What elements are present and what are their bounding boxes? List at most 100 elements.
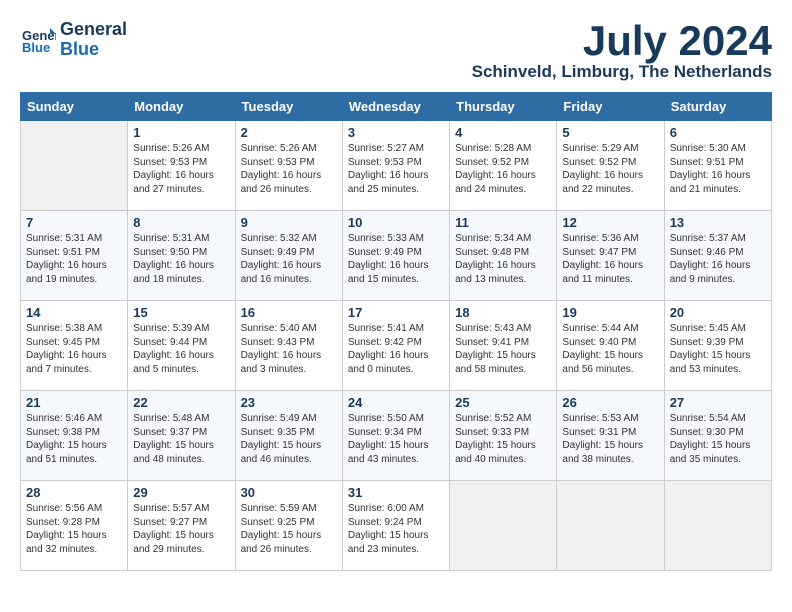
day-info: Sunrise: 5:53 AMSunset: 9:31 PMDaylight:… [562, 412, 658, 466]
month-title: July 2024 [472, 20, 772, 62]
day-number: 16 [241, 305, 337, 320]
day-info: Sunrise: 5:26 AMSunset: 9:53 PMDaylight:… [133, 142, 229, 196]
day-cell: 27 Sunrise: 5:54 AMSunset: 9:30 PMDaylig… [664, 391, 771, 481]
day-cell [21, 121, 128, 211]
day-cell: 28 Sunrise: 5:56 AMSunset: 9:28 PMDaylig… [21, 481, 128, 571]
day-info: Sunrise: 5:56 AMSunset: 9:28 PMDaylight:… [26, 502, 122, 556]
weekday-header-monday: Monday [128, 93, 235, 121]
day-cell [450, 481, 557, 571]
day-number: 30 [241, 485, 337, 500]
week-row-5: 28 Sunrise: 5:56 AMSunset: 9:28 PMDaylig… [21, 481, 772, 571]
day-cell: 30 Sunrise: 5:59 AMSunset: 9:25 PMDaylig… [235, 481, 342, 571]
day-number: 21 [26, 395, 122, 410]
day-cell: 7 Sunrise: 5:31 AMSunset: 9:51 PMDayligh… [21, 211, 128, 301]
day-number: 1 [133, 125, 229, 140]
day-info: Sunrise: 5:32 AMSunset: 9:49 PMDaylight:… [241, 232, 337, 286]
weekday-header-row: SundayMondayTuesdayWednesdayThursdayFrid… [21, 93, 772, 121]
day-cell: 2 Sunrise: 5:26 AMSunset: 9:53 PMDayligh… [235, 121, 342, 211]
day-number: 7 [26, 215, 122, 230]
day-cell: 22 Sunrise: 5:48 AMSunset: 9:37 PMDaylig… [128, 391, 235, 481]
day-cell [557, 481, 664, 571]
day-number: 4 [455, 125, 551, 140]
day-number: 5 [562, 125, 658, 140]
day-info: Sunrise: 5:48 AMSunset: 9:37 PMDaylight:… [133, 412, 229, 466]
weekday-header-thursday: Thursday [450, 93, 557, 121]
day-cell: 23 Sunrise: 5:49 AMSunset: 9:35 PMDaylig… [235, 391, 342, 481]
day-number: 8 [133, 215, 229, 230]
day-number: 2 [241, 125, 337, 140]
day-cell: 11 Sunrise: 5:34 AMSunset: 9:48 PMDaylig… [450, 211, 557, 301]
day-number: 3 [348, 125, 444, 140]
location-title: Schinveld, Limburg, The Netherlands [472, 62, 772, 82]
logo-general: General [60, 19, 127, 39]
day-cell: 14 Sunrise: 5:38 AMSunset: 9:45 PMDaylig… [21, 301, 128, 391]
logo-blue: Blue [60, 39, 99, 59]
day-cell: 12 Sunrise: 5:36 AMSunset: 9:47 PMDaylig… [557, 211, 664, 301]
day-cell: 31 Sunrise: 6:00 AMSunset: 9:24 PMDaylig… [342, 481, 449, 571]
weekday-header-sunday: Sunday [21, 93, 128, 121]
week-row-2: 7 Sunrise: 5:31 AMSunset: 9:51 PMDayligh… [21, 211, 772, 301]
day-info: Sunrise: 5:26 AMSunset: 9:53 PMDaylight:… [241, 142, 337, 196]
day-info: Sunrise: 5:46 AMSunset: 9:38 PMDaylight:… [26, 412, 122, 466]
page-header: General Blue General Blue July 2024 Schi… [20, 20, 772, 82]
day-info: Sunrise: 5:28 AMSunset: 9:52 PMDaylight:… [455, 142, 551, 196]
day-cell: 5 Sunrise: 5:29 AMSunset: 9:52 PMDayligh… [557, 121, 664, 211]
day-cell: 8 Sunrise: 5:31 AMSunset: 9:50 PMDayligh… [128, 211, 235, 301]
day-number: 27 [670, 395, 766, 410]
day-cell: 24 Sunrise: 5:50 AMSunset: 9:34 PMDaylig… [342, 391, 449, 481]
day-info: Sunrise: 5:59 AMSunset: 9:25 PMDaylight:… [241, 502, 337, 556]
day-cell: 4 Sunrise: 5:28 AMSunset: 9:52 PMDayligh… [450, 121, 557, 211]
day-number: 25 [455, 395, 551, 410]
day-info: Sunrise: 5:38 AMSunset: 9:45 PMDaylight:… [26, 322, 122, 376]
day-number: 11 [455, 215, 551, 230]
day-info: Sunrise: 6:00 AMSunset: 9:24 PMDaylight:… [348, 502, 444, 556]
day-number: 29 [133, 485, 229, 500]
day-cell [664, 481, 771, 571]
day-cell: 29 Sunrise: 5:57 AMSunset: 9:27 PMDaylig… [128, 481, 235, 571]
day-info: Sunrise: 5:27 AMSunset: 9:53 PMDaylight:… [348, 142, 444, 196]
day-info: Sunrise: 5:29 AMSunset: 9:52 PMDaylight:… [562, 142, 658, 196]
day-info: Sunrise: 5:39 AMSunset: 9:44 PMDaylight:… [133, 322, 229, 376]
day-info: Sunrise: 5:37 AMSunset: 9:46 PMDaylight:… [670, 232, 766, 286]
day-cell: 21 Sunrise: 5:46 AMSunset: 9:38 PMDaylig… [21, 391, 128, 481]
day-cell: 25 Sunrise: 5:52 AMSunset: 9:33 PMDaylig… [450, 391, 557, 481]
logo-icon: General Blue [20, 22, 56, 58]
day-number: 20 [670, 305, 766, 320]
day-info: Sunrise: 5:45 AMSunset: 9:39 PMDaylight:… [670, 322, 766, 376]
day-number: 18 [455, 305, 551, 320]
day-info: Sunrise: 5:31 AMSunset: 9:51 PMDaylight:… [26, 232, 122, 286]
day-number: 22 [133, 395, 229, 410]
day-cell: 1 Sunrise: 5:26 AMSunset: 9:53 PMDayligh… [128, 121, 235, 211]
day-info: Sunrise: 5:33 AMSunset: 9:49 PMDaylight:… [348, 232, 444, 286]
day-number: 17 [348, 305, 444, 320]
day-info: Sunrise: 5:31 AMSunset: 9:50 PMDaylight:… [133, 232, 229, 286]
day-info: Sunrise: 5:52 AMSunset: 9:33 PMDaylight:… [455, 412, 551, 466]
day-cell: 15 Sunrise: 5:39 AMSunset: 9:44 PMDaylig… [128, 301, 235, 391]
svg-text:Blue: Blue [22, 40, 50, 55]
day-cell: 10 Sunrise: 5:33 AMSunset: 9:49 PMDaylig… [342, 211, 449, 301]
weekday-header-saturday: Saturday [664, 93, 771, 121]
day-number: 31 [348, 485, 444, 500]
day-number: 9 [241, 215, 337, 230]
calendar-table: SundayMondayTuesdayWednesdayThursdayFrid… [20, 92, 772, 571]
logo: General Blue General Blue [20, 20, 127, 60]
day-cell: 3 Sunrise: 5:27 AMSunset: 9:53 PMDayligh… [342, 121, 449, 211]
day-info: Sunrise: 5:34 AMSunset: 9:48 PMDaylight:… [455, 232, 551, 286]
day-info: Sunrise: 5:43 AMSunset: 9:41 PMDaylight:… [455, 322, 551, 376]
day-info: Sunrise: 5:49 AMSunset: 9:35 PMDaylight:… [241, 412, 337, 466]
week-row-3: 14 Sunrise: 5:38 AMSunset: 9:45 PMDaylig… [21, 301, 772, 391]
day-cell: 9 Sunrise: 5:32 AMSunset: 9:49 PMDayligh… [235, 211, 342, 301]
day-cell: 26 Sunrise: 5:53 AMSunset: 9:31 PMDaylig… [557, 391, 664, 481]
weekday-header-tuesday: Tuesday [235, 93, 342, 121]
day-number: 26 [562, 395, 658, 410]
weekday-header-friday: Friday [557, 93, 664, 121]
day-info: Sunrise: 5:50 AMSunset: 9:34 PMDaylight:… [348, 412, 444, 466]
day-cell: 20 Sunrise: 5:45 AMSunset: 9:39 PMDaylig… [664, 301, 771, 391]
day-info: Sunrise: 5:44 AMSunset: 9:40 PMDaylight:… [562, 322, 658, 376]
day-info: Sunrise: 5:57 AMSunset: 9:27 PMDaylight:… [133, 502, 229, 556]
day-info: Sunrise: 5:30 AMSunset: 9:51 PMDaylight:… [670, 142, 766, 196]
day-number: 12 [562, 215, 658, 230]
title-block: July 2024 Schinveld, Limburg, The Nether… [472, 20, 772, 82]
day-number: 24 [348, 395, 444, 410]
day-number: 28 [26, 485, 122, 500]
